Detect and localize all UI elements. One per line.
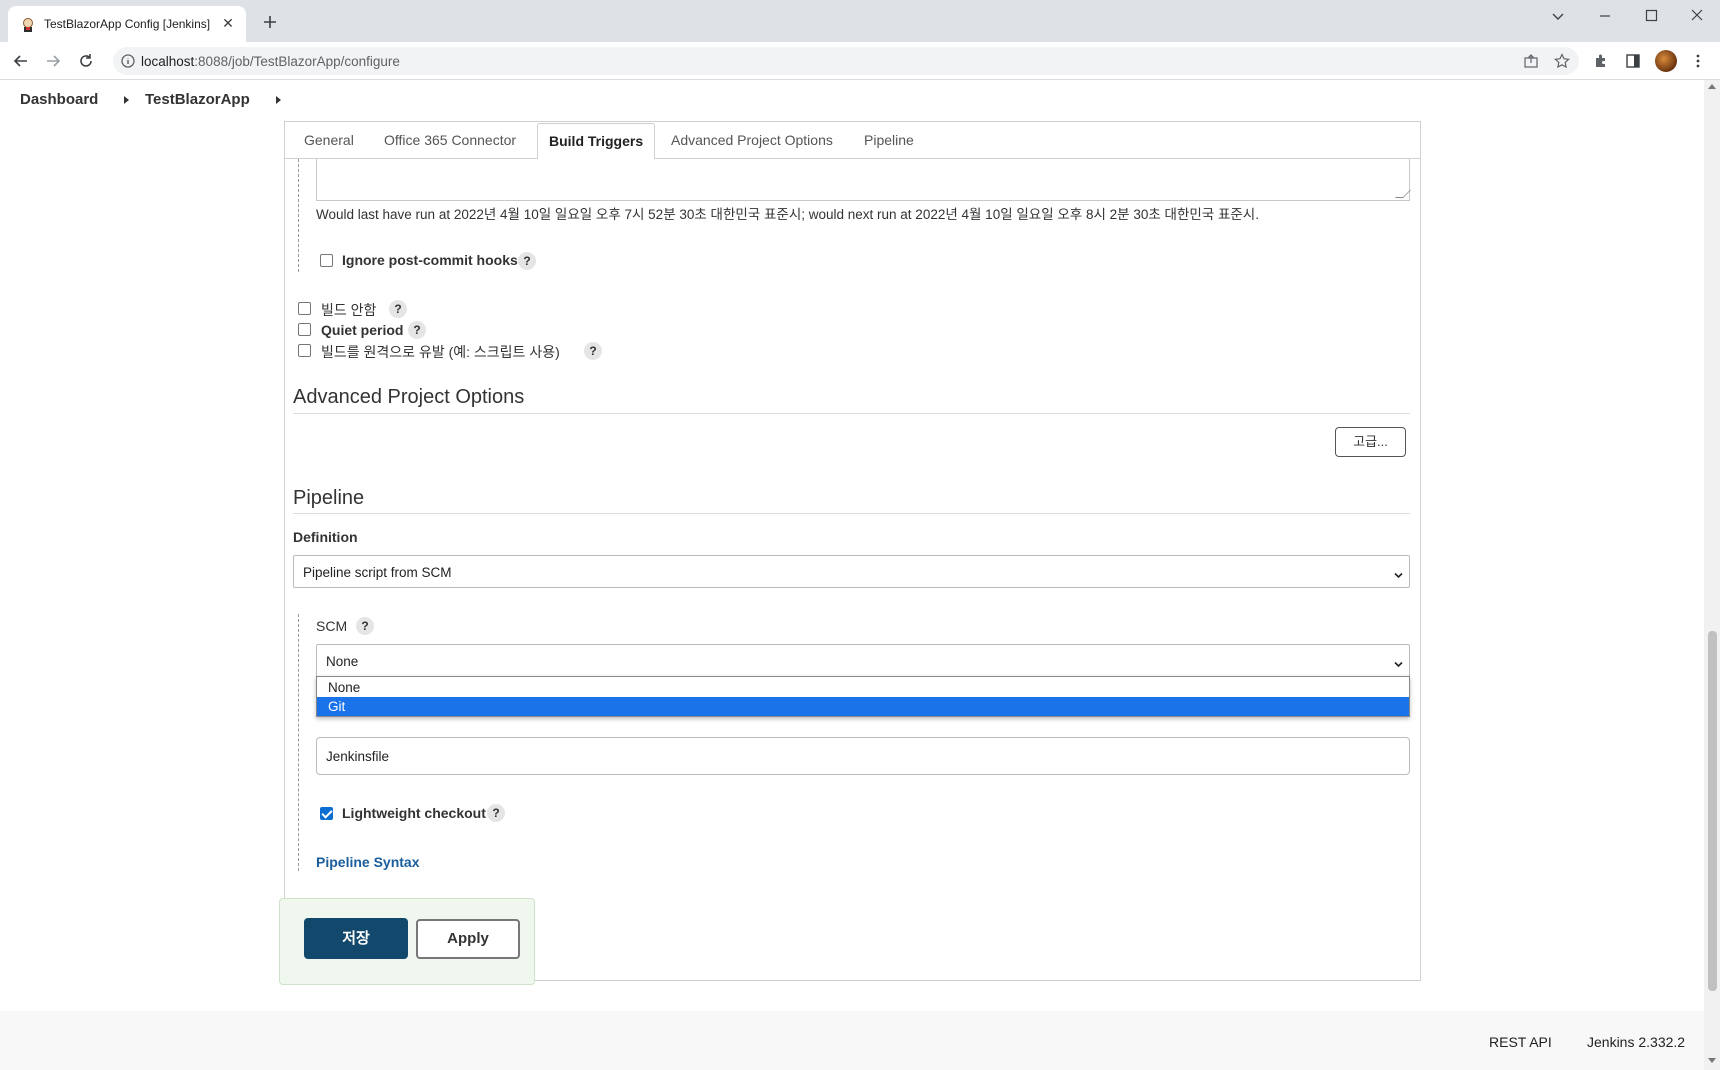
new-tab-icon[interactable] <box>260 12 280 32</box>
section-divider <box>293 513 1410 514</box>
breadcrumb-dashboard[interactable]: Dashboard <box>20 91 98 108</box>
rest-api-link[interactable]: REST API <box>1489 1034 1552 1050</box>
section-title-advanced: Advanced Project Options <box>293 386 525 408</box>
ignore-post-commit-checkbox[interactable] <box>320 254 333 267</box>
nested-section-rule <box>298 159 299 272</box>
bookmark-star-icon[interactable] <box>1554 53 1570 69</box>
browser-tab-strip: TestBlazorApp Config [Jenkins] ✕ <box>0 0 1720 42</box>
section-title-pipeline: Pipeline <box>293 487 365 509</box>
advanced-button[interactable]: 고급... <box>1335 427 1406 457</box>
share-icon[interactable] <box>1523 53 1539 69</box>
pipeline-syntax-link[interactable]: Pipeline Syntax <box>316 854 419 870</box>
browser-menu-icon[interactable] <box>1690 53 1706 69</box>
scm-select[interactable]: None <box>316 644 1410 677</box>
tab-general[interactable]: General <box>304 132 354 148</box>
remote-trigger-checkbox[interactable] <box>298 344 311 357</box>
disable-build-checkbox[interactable] <box>298 302 311 315</box>
scrollbar-thumb[interactable] <box>1708 631 1717 991</box>
schedule-textarea[interactable] <box>316 159 1411 201</box>
breadcrumb-separator-icon[interactable] <box>276 96 281 104</box>
scm-dropdown-list: None Git <box>316 676 1410 717</box>
side-panel-icon[interactable] <box>1625 53 1641 69</box>
remote-trigger-label: 빌드를 원격으로 유발 (예: 스크립트 사용) <box>321 344 560 360</box>
help-icon[interactable]: ? <box>584 342 602 360</box>
tab-office-365-connector[interactable]: Office 365 Connector <box>384 132 516 148</box>
page-footer: REST API Jenkins 2.332.2 <box>0 1011 1704 1070</box>
minimize-icon[interactable] <box>1587 6 1623 28</box>
close-tab-icon[interactable]: ✕ <box>219 14 237 32</box>
scm-option-none[interactable]: None <box>317 678 1409 697</box>
definition-label: Definition <box>293 529 358 545</box>
profile-avatar[interactable] <box>1655 50 1677 72</box>
tab-build-triggers[interactable]: Build Triggers <box>537 123 656 161</box>
tab-search-chevron-icon[interactable] <box>1540 6 1576 28</box>
extensions-puzzle-icon[interactable] <box>1593 53 1609 69</box>
url-path: :8088/job/TestBlazorApp/configure <box>194 54 400 69</box>
lightweight-checkout-label: Lightweight checkout <box>342 805 486 821</box>
config-tab-bar: General Office 365 Connector Build Trigg… <box>284 121 1421 161</box>
scroll-down-arrow-icon[interactable] <box>1708 1058 1716 1063</box>
definition-select[interactable]: Pipeline script from SCM <box>293 555 1410 588</box>
scm-value: None <box>326 654 359 669</box>
help-icon[interactable]: ? <box>518 252 536 270</box>
config-form <box>284 121 1421 981</box>
quiet-period-label: Quiet period <box>321 322 404 338</box>
tab-advanced-project-options[interactable]: Advanced Project Options <box>671 132 833 148</box>
apply-button[interactable]: Apply <box>416 919 520 959</box>
reload-icon[interactable] <box>75 50 97 72</box>
scm-option-git[interactable]: Git <box>317 697 1409 716</box>
maximize-icon[interactable] <box>1633 6 1669 28</box>
browser-tab[interactable]: TestBlazorApp Config [Jenkins] ✕ <box>8 6 246 42</box>
url-text: localhost:8088/job/TestBlazorApp/configu… <box>141 54 400 69</box>
script-path-value: Jenkinsfile <box>326 749 390 764</box>
ignore-post-commit-label: Ignore post-commit hooks <box>342 252 518 268</box>
breadcrumb-job[interactable]: TestBlazorApp <box>145 91 250 108</box>
nested-section-rule <box>298 614 299 871</box>
disable-build-label: 빌드 안함 <box>321 302 377 318</box>
close-window-icon[interactable] <box>1679 6 1715 28</box>
browser-toolbar: localhost:8088/job/TestBlazorApp/configu… <box>0 42 1720 80</box>
scroll-up-arrow-icon[interactable] <box>1708 84 1716 89</box>
help-icon[interactable]: ? <box>487 804 505 822</box>
url-host: localhost <box>141 54 195 69</box>
help-icon[interactable]: ? <box>356 617 374 635</box>
tab-pipeline[interactable]: Pipeline <box>864 132 914 148</box>
forward-arrow-icon[interactable] <box>42 50 64 72</box>
site-info-icon[interactable] <box>120 53 136 69</box>
help-icon[interactable]: ? <box>408 321 426 339</box>
section-divider <box>293 413 1410 414</box>
scm-label: SCM <box>316 618 348 634</box>
chevron-down-icon <box>1394 657 1403 668</box>
schedule-note: Would last have run at 2022년 4월 10일 일요일 … <box>316 207 1259 222</box>
address-bar[interactable]: localhost:8088/job/TestBlazorApp/configu… <box>113 47 1579 75</box>
chevron-down-icon <box>1394 568 1403 579</box>
jenkins-favicon-icon <box>20 17 36 33</box>
save-button[interactable]: 저장 <box>304 918 408 959</box>
lightweight-checkout-checkbox[interactable] <box>320 807 333 820</box>
quiet-period-checkbox[interactable] <box>298 323 311 336</box>
definition-value: Pipeline script from SCM <box>303 565 452 580</box>
breadcrumb: Dashboard TestBlazorApp <box>0 80 1704 121</box>
breadcrumb-separator-icon[interactable] <box>124 96 129 104</box>
resize-grip-icon[interactable] <box>1395 190 1411 198</box>
script-path-input[interactable]: Jenkinsfile <box>316 737 1410 775</box>
help-icon[interactable]: ? <box>389 300 407 318</box>
back-arrow-icon[interactable] <box>10 50 32 72</box>
jenkins-version-link[interactable]: Jenkins 2.332.2 <box>1587 1034 1685 1050</box>
tab-title: TestBlazorApp Config [Jenkins] <box>44 17 211 31</box>
